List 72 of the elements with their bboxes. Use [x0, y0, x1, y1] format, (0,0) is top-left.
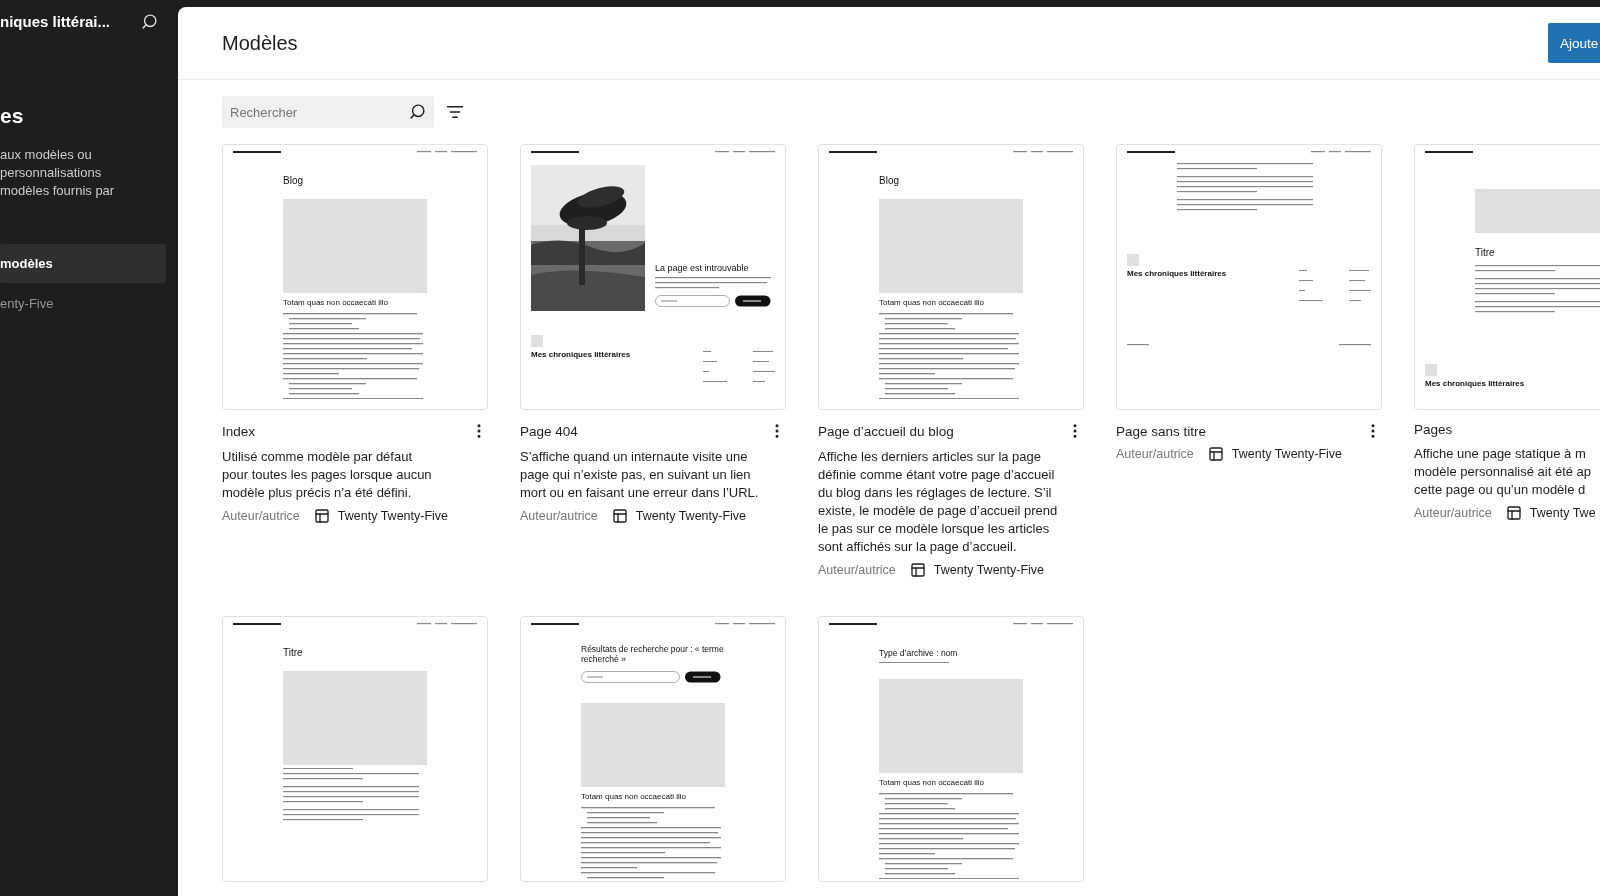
preview-heading: Titre [1475, 247, 1496, 259]
template-title[interactable]: Pages [1414, 422, 1453, 437]
layout-icon [1505, 505, 1522, 521]
text-lines-drawing [1425, 151, 1473, 153]
author-label: Auteur/autrice [818, 563, 896, 577]
template-description: Affiche une page statique à m modèle personnalisé ait été ap cette page ou qu’un modèle d [1414, 445, 1593, 499]
text-lines-drawing [1127, 344, 1149, 346]
theme-name: Twenty Twenty-Five [635, 509, 747, 523]
text-lines-drawing [531, 623, 579, 625]
template-preview[interactable]: Type d’archive : nom Totam quas non occaecati illo [818, 616, 1084, 882]
text-lines-drawing [1127, 151, 1175, 153]
author-label: Auteur/autrice [222, 509, 300, 523]
sidebar-heading: es [0, 104, 25, 128]
preview-subheading: Totam quas non occaecati illo [879, 778, 985, 788]
text-lines-drawing [1339, 344, 1371, 346]
template-preview[interactable]: Blog Totam quas non occaecati illo [222, 144, 488, 410]
footer-site-title: Mes chroniques littéraires [531, 350, 631, 359]
author-label: Auteur/autrice [1116, 447, 1194, 461]
page-title: Modèles [222, 31, 298, 55]
theme-name: Twenty Twenty-Five [1231, 447, 1343, 461]
theme-name: Twenty Twenty-Five [337, 509, 449, 523]
template-preview[interactable]: Résultats de recherche pour : « terme recherché » Totam quas non occaecati illo [520, 616, 786, 882]
template-preview[interactable]: Titre Mes chroniques littéraires [1414, 144, 1600, 410]
template-description: S’affiche quand un internaute visite une page qui n’existe pas, en suivant un lien mort ou en faisant une erreur dans l’URL. [520, 448, 760, 502]
sidebar-description: aux modèles ou personnalisations modèles fournis par [0, 146, 116, 200]
footer-site-title: Mes chroniques littéraires [1425, 378, 1525, 388]
text-lines-drawing [283, 767, 353, 769]
footer-site-title: Mes chroniques littéraires [1127, 269, 1227, 278]
sidebar-item[interactable]: modèles [0, 244, 166, 283]
site-title: niques littérai... [0, 12, 111, 30]
preview-heading: Type d’archive : nom [879, 649, 959, 659]
layout-icon [909, 562, 926, 578]
preview-subheading: Totam quas non occaecati illo [879, 297, 985, 307]
template-title[interactable]: Page d’accueil du blog [818, 423, 954, 439]
template-preview[interactable]: Blog Totam quas non occaecati illo [818, 144, 1084, 410]
text-lines-drawing [233, 151, 281, 153]
preview-heading: Blog [879, 175, 900, 187]
filter-icon[interactable] [446, 103, 464, 121]
author-label: Auteur/autrice [520, 509, 598, 523]
search-field[interactable]: Rechercher [222, 96, 434, 128]
template-title[interactable]: Page sans titre [1116, 423, 1207, 439]
author-label: Auteur/autrice [1414, 506, 1492, 520]
theme-name: Twenty Twenty-Five [933, 563, 1045, 577]
text-lines-drawing [233, 623, 281, 625]
theme-name: Twenty Twe [1529, 506, 1596, 520]
search-icon[interactable] [141, 12, 158, 30]
template-preview[interactable]: Titre [222, 616, 488, 882]
text-lines-drawing [879, 661, 949, 664]
layout-icon [313, 508, 330, 524]
layout-icon [1207, 446, 1224, 462]
template-preview[interactable]: Mes chroniques littéraires [1116, 144, 1382, 410]
add-button[interactable]: Ajoute [1548, 23, 1600, 63]
logo-placeholder [1127, 254, 1139, 266]
layout-icon [611, 508, 628, 524]
preview-subheading: Totam quas non occaecati illo [283, 297, 389, 307]
template-title[interactable]: Index [222, 423, 256, 439]
text-lines-drawing [829, 623, 877, 625]
template-description: Affiche les derniers articles sur la page définie comme étant votre page d’accueil du blog dans les réglages de lecture. S’il existe, le modèle de page d’accueil prend le pas sur ce modèle lorsque les articles sont affichés sur la page d’accueil. [818, 448, 1059, 556]
preview-heading: Titre [283, 647, 304, 659]
text-lines-drawing [829, 151, 877, 153]
template-preview[interactable]: La page est introuvable Mes chroniques littéraires [520, 144, 786, 410]
template-description: Utilisé comme modèle par défaut pour toutes les pages lorsque aucun modèle plus précis n’a été défini. [222, 448, 433, 502]
template-title[interactable]: Page 404 [520, 423, 578, 439]
logo-placeholder [1425, 363, 1437, 376]
sidebar-item[interactable]: enty-Five [0, 284, 166, 323]
preview-heading: Blog [283, 175, 304, 187]
preview-heading: La page est introuvable [655, 262, 750, 273]
preview-subheading: Totam quas non occaecati illo [581, 791, 687, 801]
search-icon [409, 103, 426, 120]
logo-placeholder [531, 335, 543, 347]
preview-heading: Résultats de recherche pour : « terme recherché » [581, 645, 725, 665]
text-lines-drawing [531, 151, 579, 153]
